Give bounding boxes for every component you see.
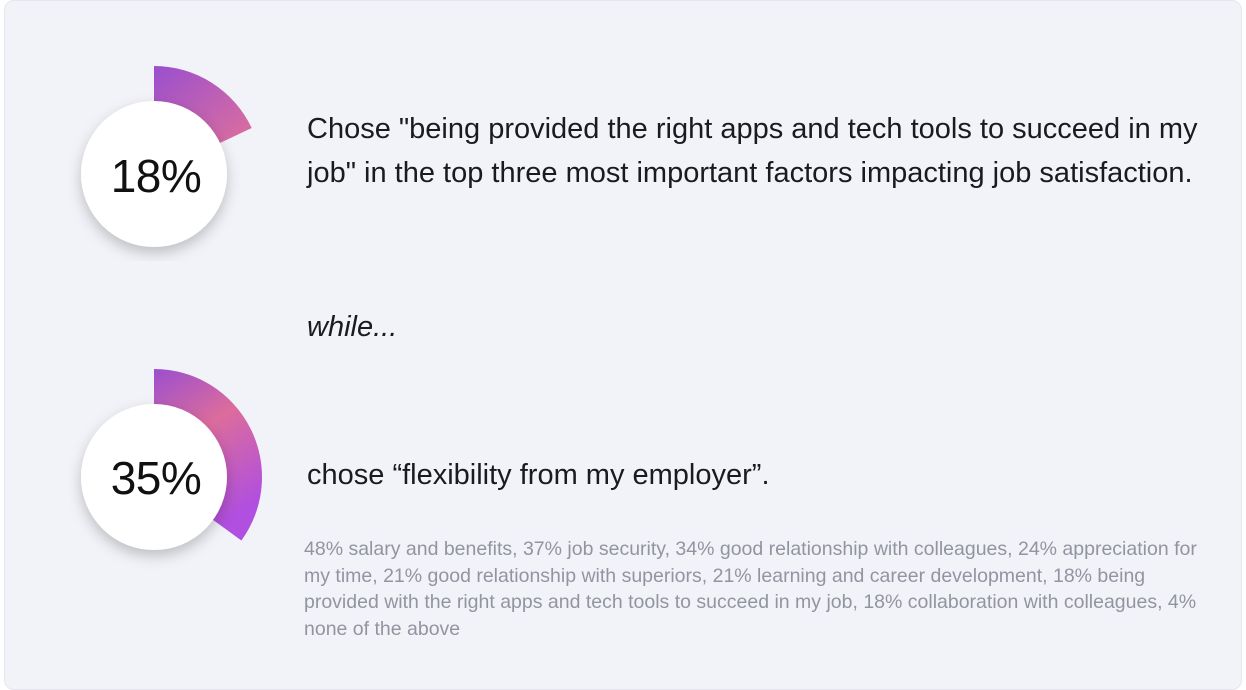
stats-card: 18% Chose "being provided the right apps…: [4, 0, 1242, 690]
stat-2-value: 35%: [110, 452, 202, 504]
footnote: 48% salary and benefits, 37% job securit…: [304, 538, 1197, 640]
stat-2-description: chose “flexibility from my employer”.: [307, 459, 770, 491]
stat-2-donut: 35%: [5, 341, 305, 551]
stat-1-donut: 18%: [5, 41, 305, 251]
stat-1-description: Chose "being provided the right apps and…: [307, 113, 1198, 189]
connector-text: while...: [307, 311, 398, 343]
stat-1-value: 18%: [110, 150, 202, 202]
